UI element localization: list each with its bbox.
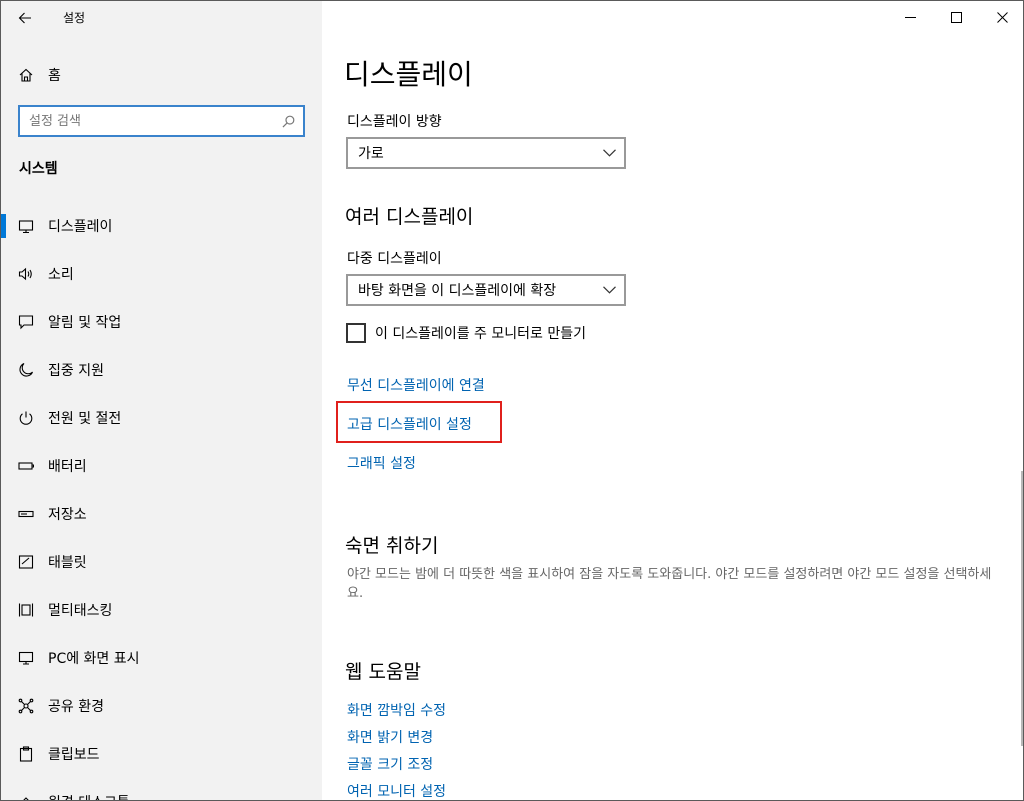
orientation-value: 가로: [358, 146, 384, 162]
tablet-icon: [18, 554, 34, 570]
battery-icon: [18, 458, 34, 474]
search-input[interactable]: [20, 107, 273, 135]
help-link-font-size[interactable]: 글꼴 크기 조정: [347, 754, 433, 774]
main-monitor-checkbox-row[interactable]: 이 디스플레이를 주 모니터로 만들기: [346, 323, 586, 343]
help-link-brightness[interactable]: 화면 밝기 변경: [347, 727, 433, 747]
app-title: 설정: [63, 11, 86, 25]
help-link-multi-monitor[interactable]: 여러 모니터 설정: [347, 781, 446, 800]
sidebar-item-notifications[interactable]: 알림 및 작업: [1, 298, 322, 346]
main-content: 디스플레이 디스플레이 방향 가로 여러 디스플레이 다중 디스플레이 바탕 화…: [322, 1, 1023, 800]
night-light-description: 야간 모드는 밤에 더 따뜻한 색을 표시하여 잠을 자도록 도와줍니다. 야간…: [347, 567, 992, 601]
main-monitor-checkbox[interactable]: [346, 323, 366, 343]
sidebar-item-label: 전원 및 절전: [48, 411, 122, 427]
multi-display-heading: 여러 디스플레이: [345, 206, 474, 228]
sidebar-item-label: 클립보드: [48, 747, 100, 763]
sidebar-item-label: 소리: [48, 267, 74, 283]
section-title: 시스템: [19, 161, 58, 177]
close-button[interactable]: [979, 1, 1023, 34]
sidebar-item-shared-experiences[interactable]: 공유 환경: [1, 682, 322, 730]
multi-display-label: 다중 디스플레이: [347, 251, 442, 267]
home-icon: [18, 67, 34, 83]
sidebar-item-label: 태블릿: [48, 555, 87, 571]
wireless-display-link[interactable]: 무선 디스플레이에 연결: [347, 375, 485, 395]
sidebar-item-battery[interactable]: 배터리: [1, 442, 322, 490]
sidebar-item-focus-assist[interactable]: 집중 지원: [1, 346, 322, 394]
sleep-heading: 숙면 취하기: [345, 535, 439, 557]
window-controls: [887, 1, 1023, 34]
close-icon: [996, 12, 1008, 23]
sidebar-item-multitasking[interactable]: 멀티태스킹: [1, 586, 322, 634]
sidebar-item-label: 배터리: [48, 459, 87, 475]
main-monitor-checkbox-label: 이 디스플레이를 주 모니터로 만들기: [375, 326, 586, 342]
share-icon: [18, 698, 34, 714]
sidebar-item-remote-desktop[interactable]: 원격 데스크톱: [1, 778, 322, 800]
sidebar-item-display[interactable]: 디스플레이: [1, 202, 322, 250]
speaker-icon: [18, 266, 34, 282]
search-icon[interactable]: [273, 115, 303, 128]
multi-display-value: 바탕 화면을 이 디스플레이에 확장: [358, 283, 557, 299]
page-title: 디스플레이: [344, 58, 473, 91]
back-button[interactable]: [1, 1, 49, 34]
maximize-button[interactable]: [933, 1, 979, 34]
settings-window: 설정 홈 시스템 디스플레이: [0, 0, 1024, 801]
multitasking-icon: [18, 602, 34, 618]
sidebar-item-home[interactable]: 홈: [1, 57, 322, 93]
sidebar: 설정 홈 시스템 디스플레이: [1, 1, 322, 800]
clipboard-icon: [18, 746, 34, 762]
sidebar-item-storage[interactable]: 저장소: [1, 490, 322, 538]
sidebar-item-label: 홈: [48, 68, 61, 84]
remote-icon: [18, 794, 34, 800]
moon-icon: [18, 362, 34, 378]
monitor-icon: [18, 218, 34, 234]
title-bar: 설정: [1, 1, 322, 34]
minimize-icon: [904, 17, 916, 18]
project-icon: [18, 650, 34, 666]
maximize-icon: [950, 12, 962, 23]
sidebar-item-clipboard[interactable]: 클립보드: [1, 730, 322, 778]
search-box[interactable]: [18, 105, 305, 137]
storage-icon: [18, 506, 34, 522]
notification-icon: [18, 314, 34, 330]
multi-display-dropdown[interactable]: 바탕 화면을 이 디스플레이에 확장: [346, 274, 626, 306]
sidebar-item-label: 알림 및 작업: [48, 315, 122, 331]
sidebar-item-label: PC에 화면 표시: [48, 651, 140, 667]
chevron-down-icon: [603, 286, 616, 294]
sidebar-item-label: 멀티태스킹: [48, 603, 113, 619]
orientation-dropdown[interactable]: 가로: [346, 137, 626, 169]
graphics-settings-link[interactable]: 그래픽 설정: [347, 453, 416, 473]
chevron-down-icon: [603, 149, 616, 157]
help-link-flicker[interactable]: 화면 깜박임 수정: [347, 700, 446, 720]
advanced-display-settings-link[interactable]: 고급 디스플레이 설정: [347, 414, 472, 434]
sidebar-item-label: 공유 환경: [48, 699, 104, 715]
power-icon: [18, 410, 34, 426]
web-help-heading: 웹 도움말: [345, 661, 421, 683]
orientation-label: 디스플레이 방향: [347, 114, 442, 130]
sidebar-item-power[interactable]: 전원 및 절전: [1, 394, 322, 442]
sidebar-item-sound[interactable]: 소리: [1, 250, 322, 298]
sidebar-item-label: 집중 지원: [48, 363, 104, 379]
back-arrow-icon: [18, 12, 31, 23]
sidebar-item-project[interactable]: PC에 화면 표시: [1, 634, 322, 682]
sidebar-item-label: 디스플레이: [48, 219, 113, 235]
minimize-button[interactable]: [887, 1, 933, 34]
sidebar-item-label: 저장소: [48, 507, 87, 523]
sidebar-nav: 디스플레이 소리 알림 및 작업 집중 지원 전원 및 절전 배터리 저장소 태…: [1, 202, 322, 800]
sidebar-item-tablet[interactable]: 태블릿: [1, 538, 322, 586]
sidebar-item-label: 원격 데스크톱: [48, 792, 130, 800]
